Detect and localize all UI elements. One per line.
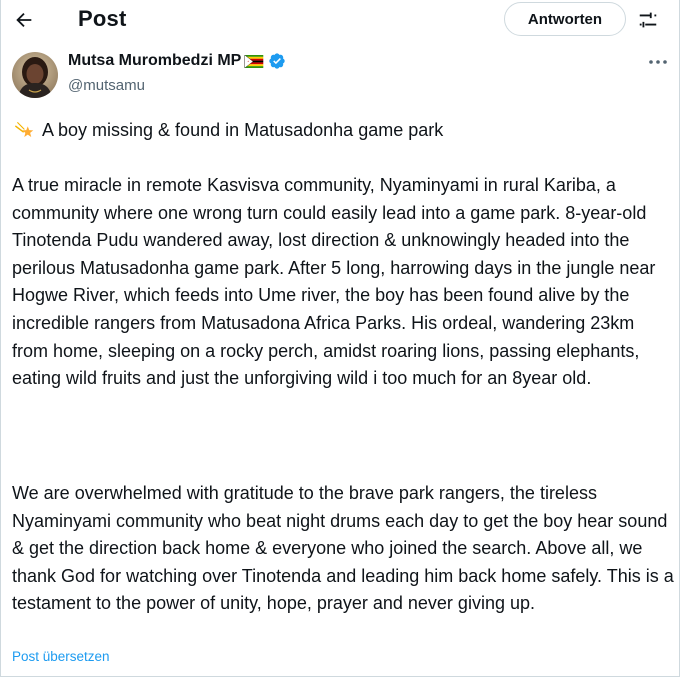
filter-button[interactable] <box>634 6 662 34</box>
avatar-photo <box>12 52 58 98</box>
sliders-icon <box>639 12 657 28</box>
reply-button[interactable]: Antworten <box>504 2 626 36</box>
back-button[interactable] <box>8 4 40 36</box>
post-paragraph-1: A true miracle in remote Kasvisva commun… <box>12 175 656 389</box>
avatar[interactable] <box>12 52 58 98</box>
author-handle[interactable]: @mutsamu <box>68 77 145 94</box>
page-title: Post <box>78 6 127 31</box>
more-horizontal-icon <box>649 60 667 64</box>
arrow-left-icon <box>16 12 32 28</box>
post-headline: A boy missing & found in Matusadonha gam… <box>14 118 443 142</box>
headline-text: A boy missing & found in Matusadonha gam… <box>42 120 444 140</box>
translate-post-link[interactable]: Post übersetzen <box>12 649 110 664</box>
zimbabwe-flag-icon <box>244 54 264 68</box>
post-paragraph-2: We are overwhelmed with gratitude to the… <box>12 483 674 614</box>
author-name-row[interactable]: Mutsa Murombedzi MP <box>68 52 286 70</box>
more-options-button[interactable] <box>644 52 672 72</box>
author-name[interactable]: Mutsa Murombedzi MP <box>68 52 241 70</box>
top-bar: Post Antworten <box>0 0 680 40</box>
shooting-star-icon <box>15 122 34 137</box>
verified-badge-icon[interactable] <box>268 52 286 70</box>
